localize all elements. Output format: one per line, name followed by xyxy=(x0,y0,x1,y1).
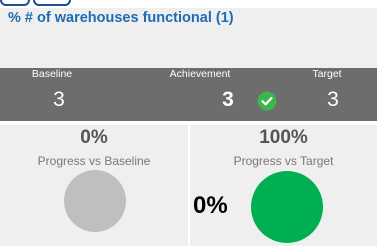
progress-vs-baseline-panel: 0% Progress vs Baseline xyxy=(0,125,188,246)
progress-vs-target-panel: 100% Progress vs Target 0% xyxy=(190,125,377,246)
baseline-value: 3 xyxy=(53,88,65,111)
tab-handle-left[interactable] xyxy=(0,0,30,6)
target-progress-indicator xyxy=(251,171,323,243)
tab-strip xyxy=(0,0,377,8)
indicator-header: % # of warehouses functional (1) xyxy=(0,8,377,68)
baseline-progress-indicator xyxy=(64,170,126,232)
indicator-title[interactable]: % # of warehouses functional (1) xyxy=(8,10,234,26)
achievement-value: 3 xyxy=(222,88,234,111)
target-progress-caption: Progress vs Target xyxy=(233,154,334,168)
tab-handle-right[interactable] xyxy=(33,0,71,6)
target-progress-percent: 100% xyxy=(259,127,308,148)
target-value: 3 xyxy=(327,88,339,111)
check-circle-icon xyxy=(257,91,277,111)
achievement-label: Achievement xyxy=(169,68,231,80)
baseline-progress-caption: Progress vs Baseline xyxy=(37,154,151,168)
baseline-label: Baseline xyxy=(31,68,73,80)
stat-band: Baseline 3 Achievement 3 Target 3 xyxy=(0,68,377,121)
target-label: Target xyxy=(312,68,342,80)
indicator-card: % # of warehouses functional (1) Baselin… xyxy=(0,0,377,246)
baseline-progress-percent: 0% xyxy=(80,127,108,148)
target-overlay-percent: 0% xyxy=(193,192,228,219)
